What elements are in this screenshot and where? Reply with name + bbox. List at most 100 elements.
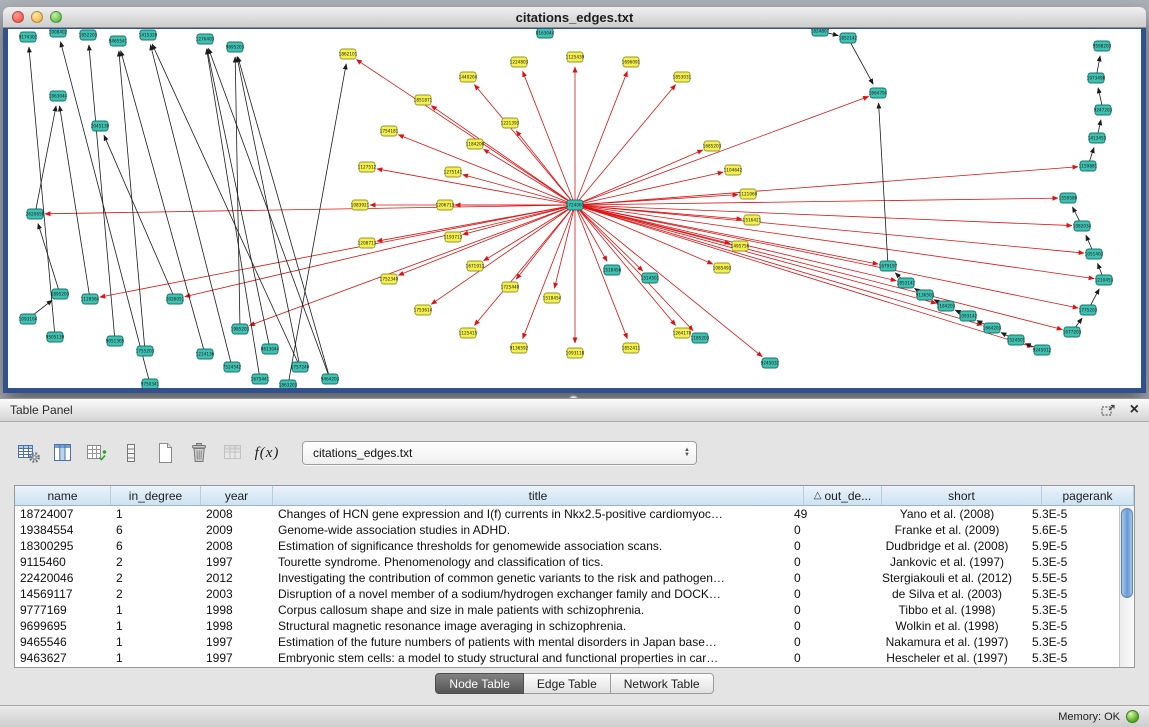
graph-node[interactable]: 1440204 — [459, 72, 478, 82]
graph-node[interactable]: 1985203 — [231, 324, 250, 334]
graph-node[interactable]: 1675441 — [251, 374, 270, 384]
table-cell[interactable]: Embryonic stem cells: a model to study s… — [273, 651, 789, 665]
table-cell[interactable]: 5.3E-5 — [1027, 651, 1119, 665]
graph-node[interactable]: 1051403 — [1085, 249, 1104, 259]
table-cell[interactable]: 0 — [789, 603, 867, 617]
graph-edge[interactable] — [119, 51, 145, 351]
function-builder-icon[interactable]: f(x) — [252, 439, 282, 467]
table-cell[interactable]: 5.3E-5 — [1027, 619, 1119, 633]
table-cell[interactable]: Estimation of the future numbers of pati… — [273, 635, 789, 649]
import-table-icon[interactable] — [218, 439, 248, 467]
graph-edge[interactable] — [60, 106, 90, 299]
column-header-in_degree[interactable]: in_degree — [111, 486, 201, 505]
graph-node[interactable]: 1185203 — [691, 333, 710, 343]
zoom-button[interactable] — [50, 11, 62, 23]
table-cell[interactable]: 2009 — [201, 523, 273, 537]
graph-node[interactable]: 9247203 — [1094, 105, 1113, 115]
graph-node[interactable]: 1755203 — [136, 346, 155, 356]
graph-node[interactable]: 1264170 — [673, 328, 692, 338]
graph-node[interactable]: 1518454 — [543, 293, 562, 303]
graph-node[interactable]: 1677203 — [1063, 327, 1082, 337]
graph-edge[interactable] — [249, 205, 575, 326]
table-cell[interactable]: 2012 — [201, 571, 273, 585]
table-cell[interactable]: 1 — [111, 619, 201, 633]
graph-node[interactable]: 1127512 — [358, 162, 377, 172]
graph-edge[interactable] — [575, 85, 676, 205]
table-cell[interactable]: 2 — [111, 555, 201, 569]
graph-edge[interactable] — [516, 131, 575, 205]
table-cell[interactable]: 1 — [111, 635, 201, 649]
graph-node[interactable]: 1853142 — [897, 278, 916, 288]
graph-node[interactable]: 1753614 — [414, 305, 433, 315]
graph-node[interactable]: 1724061 — [566, 200, 585, 210]
table-cell[interactable]: Franke et al. (2009) — [867, 523, 1027, 537]
table-cell[interactable]: Stergiakouli et al. (2012) — [867, 571, 1027, 585]
graph-node[interactable]: 1514501 — [641, 273, 660, 283]
table-cell[interactable]: 0 — [789, 523, 867, 537]
graph-node[interactable]: 8613044 — [261, 344, 280, 354]
selection-mode-icon[interactable] — [116, 439, 146, 467]
graph-edge[interactable] — [152, 44, 300, 367]
graph-node[interactable]: 1852203 — [79, 30, 98, 40]
graph-node[interactable]: 1671913 — [466, 261, 485, 271]
table-cell[interactable]: Investigating the contribution of common… — [273, 571, 789, 585]
graph-node[interactable]: 8163044 — [536, 29, 555, 38]
table-cell[interactable]: 0 — [789, 539, 867, 553]
graph-edge[interactable] — [61, 42, 150, 384]
graph-edge[interactable] — [208, 48, 330, 379]
table-cell[interactable]: 0 — [789, 619, 867, 633]
table-cell[interactable]: Corpus callosum shape and size in male p… — [273, 603, 789, 617]
table-cell[interactable]: 0 — [789, 571, 867, 585]
close-panel-icon[interactable]: × — [1130, 403, 1139, 417]
graph-node[interactable]: 1518456 — [603, 265, 622, 275]
table-row[interactable]: 1830029562008Estimation of significance … — [15, 538, 1119, 554]
column-header-pagerank[interactable]: pagerank — [1042, 486, 1134, 505]
table-cell[interactable]: 18724007 — [15, 507, 111, 521]
graph-node[interactable]: 1852411 — [622, 343, 641, 353]
graph-edge[interactable] — [104, 135, 175, 299]
graph-node[interactable]: 9505130 — [46, 332, 65, 342]
table-cell[interactable]: Disruption of a novel member of a sodium… — [273, 587, 789, 601]
graph-node[interactable]: 1685203 — [703, 141, 722, 151]
close-button[interactable] — [12, 11, 24, 23]
graph-node[interactable]: 2026051 — [166, 294, 185, 304]
delete-row-icon[interactable] — [184, 439, 214, 467]
graph-node[interactable]: 2045130 — [91, 121, 110, 131]
graph-edge[interactable] — [575, 205, 878, 264]
add-column-icon[interactable] — [82, 439, 112, 467]
table-cell[interactable]: Changes of HCN gene expression and I(f) … — [273, 507, 789, 521]
graph-node[interactable]: 1775203 — [1079, 305, 1098, 315]
graph-node[interactable]: 9136503 — [916, 290, 935, 300]
scrollbar-thumb[interactable] — [1121, 508, 1133, 598]
table-row[interactable]: 977716911998Corpus callosum shape and si… — [15, 602, 1119, 618]
graph-node[interactable]: 9598203 — [1093, 41, 1112, 51]
graph-node[interactable]: 1093142 — [959, 311, 978, 321]
table-cell[interactable]: 22420046 — [15, 571, 111, 585]
table-row[interactable]: 1456911722003Disruption of a novel membe… — [15, 586, 1119, 602]
table-cell[interactable]: 9699695 — [15, 619, 111, 633]
graph-node[interactable]: 1193713 — [444, 232, 463, 242]
graph-node[interactable]: 9245012 — [1033, 345, 1052, 355]
graph-node[interactable]: 9464203 — [321, 374, 340, 384]
graph-node[interactable]: 1128564 — [81, 294, 100, 304]
graph-node[interactable]: 1413453 — [1088, 133, 1107, 143]
graph-node[interactable]: 1696091 — [622, 57, 641, 67]
table-cell[interactable]: 1 — [111, 507, 201, 521]
table-row[interactable]: 1872400712008Changes of HCN gene express… — [15, 506, 1119, 522]
table-cell[interactable]: 0 — [789, 635, 867, 649]
graph-edge[interactable] — [38, 224, 60, 294]
tab-edge-table[interactable]: Edge Table — [524, 673, 611, 694]
table-cell[interactable]: Nakamura et al. (1997) — [867, 635, 1027, 649]
vertical-scrollbar[interactable] — [1119, 506, 1134, 667]
graph-edge[interactable] — [463, 175, 575, 205]
table-cell[interactable]: 1 — [111, 603, 201, 617]
table-cell[interactable]: Tibbo et al. (1998) — [867, 603, 1027, 617]
graph-edge[interactable] — [879, 103, 888, 266]
table-mode-icon[interactable] — [14, 439, 44, 467]
table-cell[interactable]: 19384554 — [15, 523, 111, 537]
graph-node[interactable]: 1862101 — [339, 49, 358, 59]
graph-node[interactable]: 1863203 — [279, 380, 298, 388]
table-cell[interactable]: 18300295 — [15, 539, 111, 553]
graph-node[interactable]: 1754181 — [380, 126, 399, 136]
graph-edge[interactable] — [523, 205, 575, 339]
